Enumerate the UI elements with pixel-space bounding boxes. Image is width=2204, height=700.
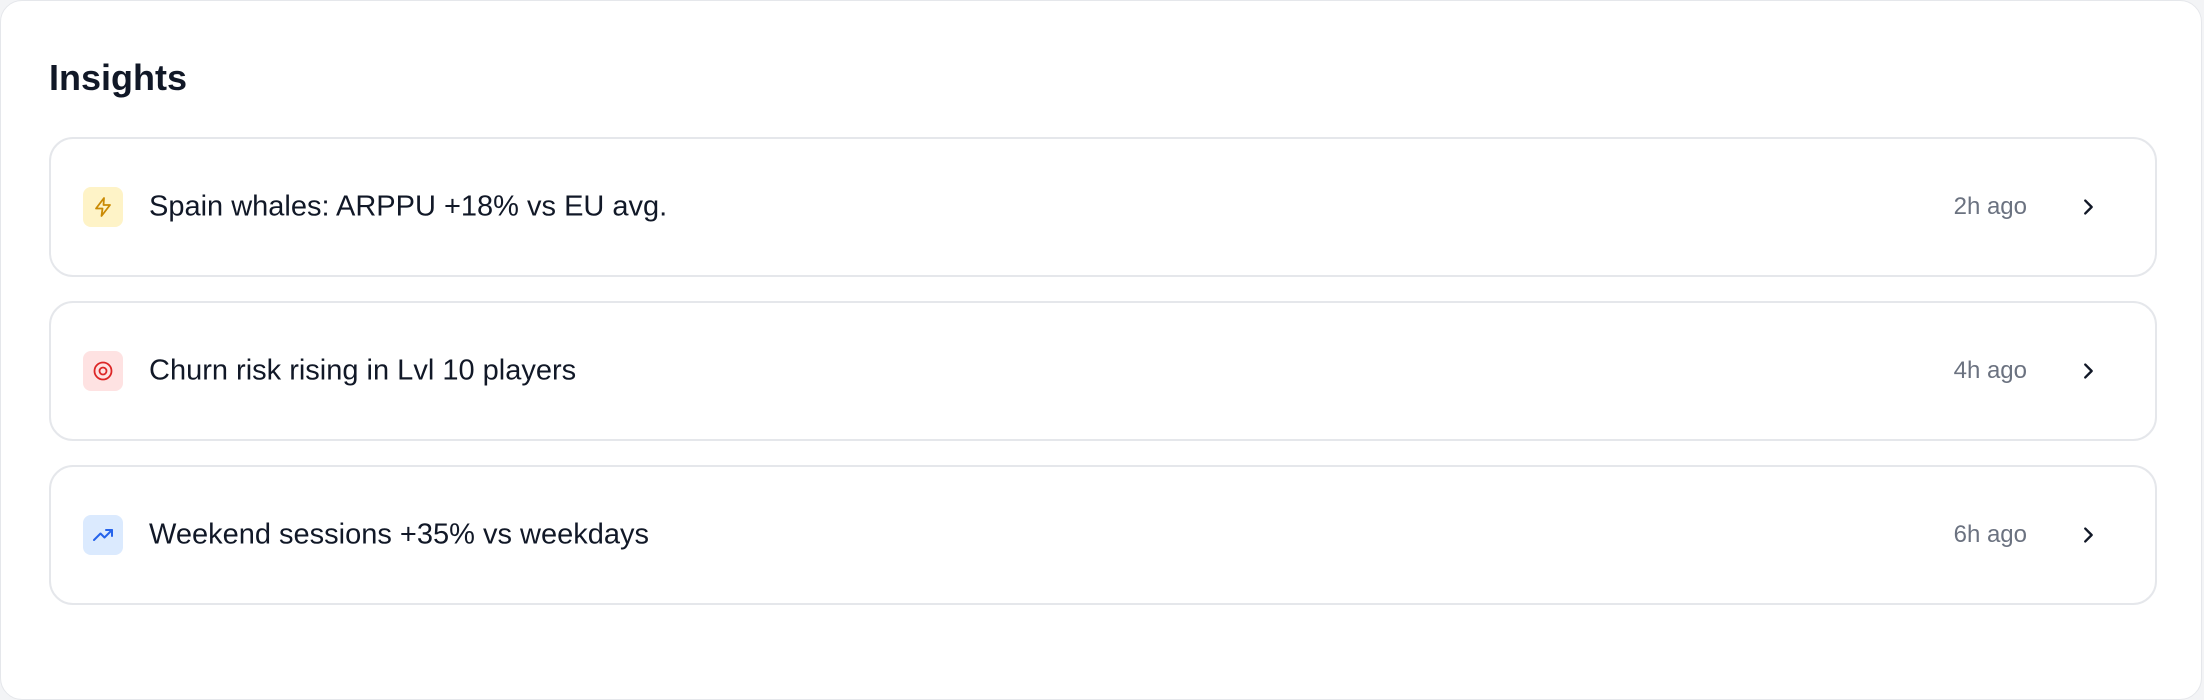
insight-text: Weekend sessions +35% vs weekdays xyxy=(149,518,649,551)
insight-timestamp: 2h ago xyxy=(1953,193,2027,220)
trending-up-icon xyxy=(93,529,113,541)
insight-row[interactable]: Spain whales: ARPPU +18% vs EU avg. 2h a… xyxy=(49,137,2157,277)
insight-row[interactable]: Weekend sessions +35% vs weekdays 6h ago xyxy=(49,465,2157,605)
insights-list: Spain whales: ARPPU +18% vs EU avg. 2h a… xyxy=(49,137,2157,605)
lightning-icon xyxy=(95,197,111,217)
section-title: Insights xyxy=(49,57,188,98)
insight-text: Churn risk rising in Lvl 10 players xyxy=(149,354,577,387)
insight-icon-badge xyxy=(83,351,123,391)
chevron-right-icon[interactable] xyxy=(2077,360,2099,382)
chevron-right-icon[interactable] xyxy=(2077,196,2099,218)
insight-timestamp: 4h ago xyxy=(1953,357,2027,384)
insight-icon-badge xyxy=(83,187,123,227)
insight-text: Spain whales: ARPPU +18% vs EU avg. xyxy=(149,190,668,223)
target-icon xyxy=(93,361,113,381)
chevron-right-icon[interactable] xyxy=(2077,524,2099,546)
insight-timestamp: 6h ago xyxy=(1953,521,2027,548)
insight-row[interactable]: Churn risk rising in Lvl 10 players 4h a… xyxy=(49,301,2157,441)
insights-card: Insights Spain whales: ARPPU +18% vs EU … xyxy=(0,0,2202,700)
insight-icon-badge xyxy=(83,515,123,555)
